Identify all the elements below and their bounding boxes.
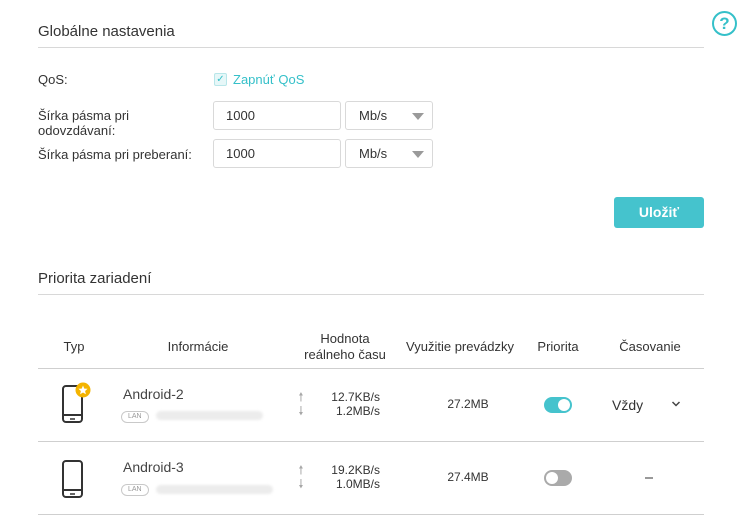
global-settings-title: Globálne nastavenia <box>38 23 175 40</box>
download-unit-value: Mb/s <box>359 146 388 161</box>
download-speed: 1.2MB/s <box>335 404 380 418</box>
column-header-realtime-line2: reálneho času <box>304 347 386 362</box>
upload-bandwidth-label-line1: Šírka pásma pri <box>38 108 130 123</box>
upload-unit-value: Mb/s <box>359 108 388 123</box>
device-name: Android-3 <box>123 459 184 475</box>
traffic-usage: 27.2MB <box>447 397 489 411</box>
column-header-type: Typ <box>63 339 85 354</box>
toggle-knob <box>546 472 558 484</box>
device-priority-divider <box>38 294 704 295</box>
lan-badge: LAN <box>121 411 149 423</box>
upload-speed: 12.7KB/s <box>331 390 380 404</box>
arrow-down-icon: 🠗 <box>298 477 304 491</box>
lan-badge: LAN <box>121 484 149 496</box>
column-header-realtime-line1: Hodnota <box>320 331 370 346</box>
upload-bandwidth-input[interactable]: 1000 <box>213 101 341 130</box>
qos-checkbox[interactable]: ✓ <box>214 73 227 86</box>
arrow-up-icon: 🠕 <box>298 390 304 404</box>
download-bandwidth-label: Šírka pásma pri preberaní: <box>38 147 192 162</box>
traffic-usage: 27.4MB <box>447 470 489 484</box>
checkbox-checked-icon: ✓ <box>216 74 225 85</box>
upload-bandwidth-label: Šírka pásma pri odovzdávaní: <box>38 108 129 138</box>
smartphone-icon <box>62 382 91 423</box>
global-settings-divider <box>38 47 704 48</box>
column-header-usage: Využitie prevádzky <box>406 339 514 354</box>
triangle-down-icon <box>412 151 424 158</box>
device-priority-title: Priorita zariadení <box>38 270 152 287</box>
upload-bandwidth-label-line2: odovzdávaní: <box>38 123 116 138</box>
device-name: Android-2 <box>123 386 184 402</box>
qos-label: QoS: <box>38 72 68 87</box>
mac-address-redacted <box>156 485 273 494</box>
save-button[interactable]: Uložiť <box>614 197 704 228</box>
priority-toggle[interactable] <box>544 397 572 413</box>
column-header-realtime: Hodnota reálneho času <box>290 331 400 363</box>
column-header-priority: Priorita <box>537 339 579 354</box>
triangle-down-icon <box>412 113 424 120</box>
download-bandwidth-input[interactable]: 1000 <box>213 139 341 168</box>
schedule-empty-dash <box>645 477 653 479</box>
mac-address-redacted <box>156 411 263 420</box>
priority-toggle[interactable] <box>544 470 572 486</box>
toggle-knob <box>558 399 570 411</box>
schedule-value[interactable]: Vždy <box>612 397 643 413</box>
star-icon <box>75 382 91 398</box>
arrow-up-icon: 🠕 <box>298 463 304 477</box>
help-icon[interactable]: ? <box>712 11 737 36</box>
qos-checkbox-label[interactable]: Zapnúť QoS <box>233 72 304 87</box>
upload-speed: 19.2KB/s <box>331 463 380 477</box>
smartphone-icon <box>62 460 83 498</box>
download-speed: 1.0MB/s <box>335 477 380 491</box>
row-divider <box>38 514 704 515</box>
chevron-down-icon[interactable] <box>671 400 681 408</box>
column-header-info: Informácie <box>167 339 229 354</box>
column-header-schedule: Časovanie <box>619 339 681 354</box>
download-unit-select[interactable]: Mb/s <box>345 139 433 168</box>
arrow-down-icon: 🠗 <box>298 404 304 418</box>
upload-unit-select[interactable]: Mb/s <box>345 101 433 130</box>
